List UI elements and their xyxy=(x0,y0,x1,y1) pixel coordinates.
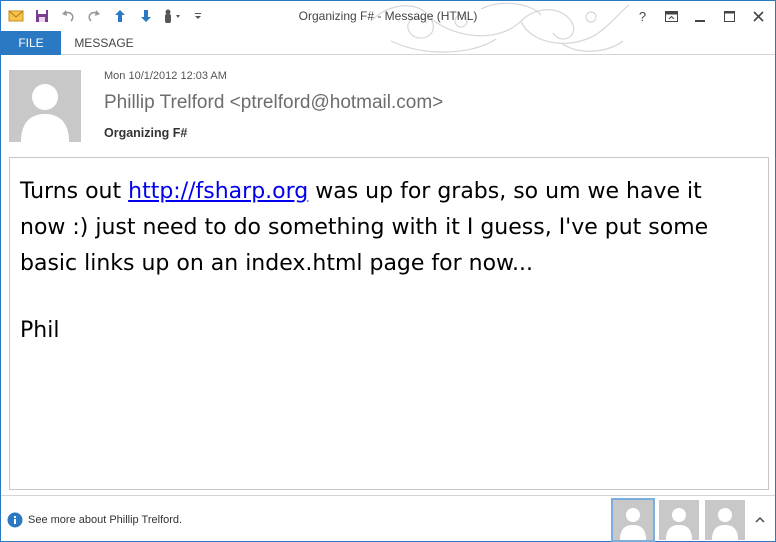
person-icon xyxy=(666,508,692,540)
message-subject: Organizing F# xyxy=(104,126,188,140)
message-body-pane[interactable]: Turns out http://fsharp.org was up for g… xyxy=(9,157,769,490)
message-header: Mon 10/1/2012 12:03 AM Phillip Trelford … xyxy=(1,56,775,156)
expand-people-pane-icon[interactable] xyxy=(753,512,767,526)
body-text-start: Turns out xyxy=(20,179,129,204)
tab-message[interactable]: MESSAGE xyxy=(67,31,141,55)
people-pane: See more about Phillip Trelford. xyxy=(1,495,775,542)
contact-thumbnails xyxy=(611,498,745,542)
close-icon[interactable] xyxy=(744,4,773,28)
tab-file[interactable]: FILE xyxy=(1,31,61,55)
help-label: ? xyxy=(638,8,647,24)
see-more-link[interactable]: See more about Phillip Trelford. xyxy=(28,514,182,526)
window-controls: ? xyxy=(628,4,773,28)
minimize-icon[interactable] xyxy=(686,4,715,28)
contact-thumbnail[interactable] xyxy=(705,500,745,540)
avatar[interactable] xyxy=(9,70,81,142)
person-icon xyxy=(620,508,646,540)
message-body: Turns out http://fsharp.org was up for g… xyxy=(20,174,740,282)
ribbon-tabs: FILE MESSAGE xyxy=(1,31,775,55)
maximize-icon[interactable] xyxy=(715,4,744,28)
title-bar: Organizing F# - Message (HTML) ? xyxy=(1,1,775,53)
person-icon xyxy=(21,84,69,142)
ribbon-display-icon[interactable] xyxy=(657,4,686,28)
signature: Phil xyxy=(20,318,60,343)
fsharp-link[interactable]: http://fsharp.org xyxy=(128,179,308,204)
contact-thumbnail[interactable] xyxy=(611,498,655,542)
message-date: Mon 10/1/2012 12:03 AM xyxy=(104,70,227,82)
person-icon xyxy=(712,508,738,540)
info-icon xyxy=(7,512,23,528)
help-icon[interactable]: ? xyxy=(628,4,657,28)
sender-name[interactable]: Phillip Trelford <ptrelford@hotmail.com> xyxy=(104,92,443,114)
outlook-message-window: Organizing F# - Message (HTML) ? FILE ME… xyxy=(0,0,776,542)
contact-thumbnail[interactable] xyxy=(659,500,699,540)
